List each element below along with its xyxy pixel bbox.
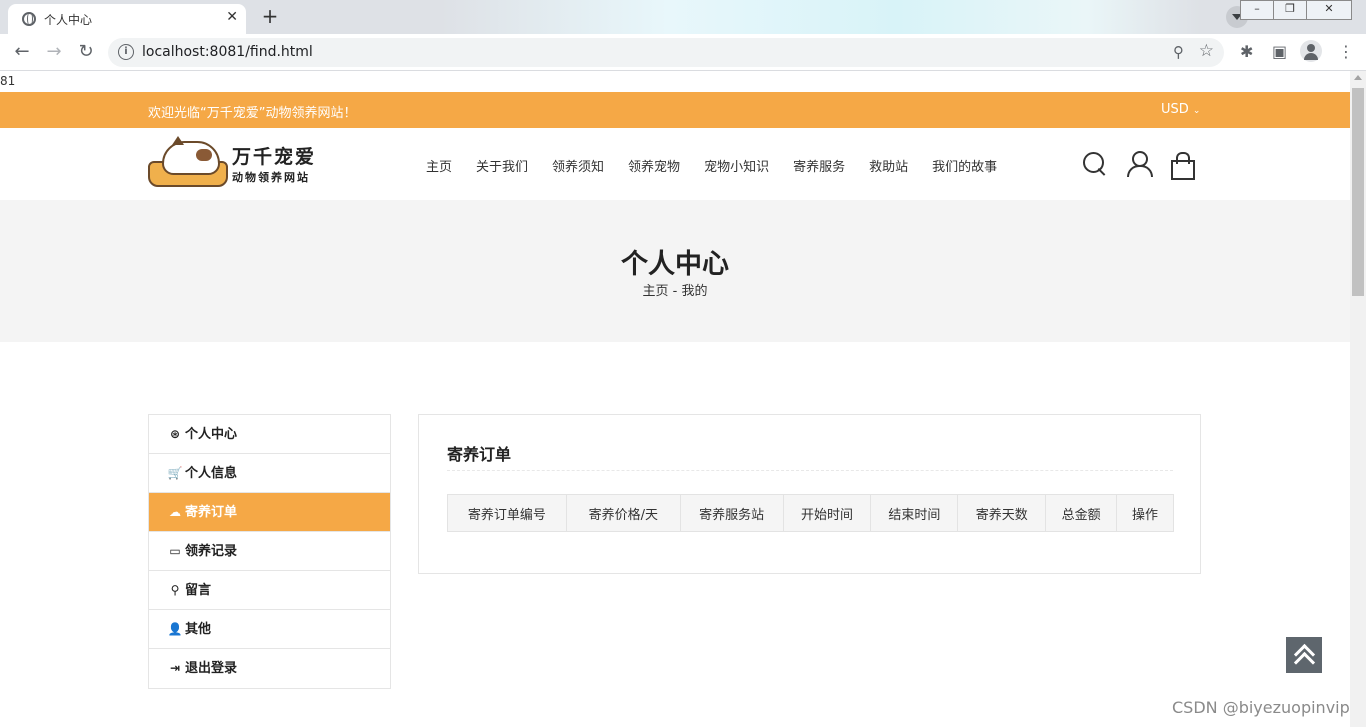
map-marker-icon: ⚲ <box>170 583 180 597</box>
scrollbar-thumb[interactable] <box>1352 88 1364 296</box>
side-panel-icon[interactable]: ▣ <box>1272 42 1287 61</box>
heading-divider <box>447 470 1173 471</box>
account-sidebar: ⊛ 个人中心 🛒 个人信息 ☁ 寄养订单 ▭ 领养记录 ⚲ 留言 👤 其他 ⇥ 退出登录 <box>148 414 391 689</box>
sidebar-item-messages[interactable]: ⚲ 留言 <box>149 571 390 610</box>
tabbar-background <box>440 0 1200 34</box>
cloud-download-icon: ☁ <box>169 505 181 519</box>
minimize-button[interactable]: – <box>1240 0 1274 20</box>
currency-dropdown[interactable]: USD ⌄ <box>1161 102 1200 117</box>
nav-item-home[interactable]: 主页 <box>426 156 452 175</box>
sidebar-item-label: 个人中心 <box>185 427 238 442</box>
bookmark-star-icon[interactable]: ☆ <box>1199 41 1214 61</box>
user-icon: 👤 <box>167 622 183 636</box>
cart-icon: 🛒 <box>167 466 183 480</box>
column-header-order-id: 寄养订单编号 <box>447 494 567 532</box>
breadcrumb: 主页 - 我的 <box>0 280 1350 299</box>
nav-item-pet-tips[interactable]: 宠物小知识 <box>704 156 769 175</box>
restore-button[interactable]: ❐ <box>1273 0 1307 20</box>
csdn-watermark: CSDN @biyezuopinvip <box>1172 698 1350 717</box>
column-header-days: 寄养天数 <box>957 494 1047 532</box>
back-arrow-icon[interactable]: ← <box>10 40 34 64</box>
column-header-actions: 操作 <box>1116 494 1174 532</box>
tab-title: 个人中心 <box>44 13 93 27</box>
url-text[interactable]: localhost:8081/find.html <box>142 44 313 60</box>
column-header-total: 总金额 <box>1045 494 1118 532</box>
zoom-icon[interactable]: ⚲ <box>1173 43 1184 61</box>
window-controls: – ❐ ✕ <box>1240 0 1352 20</box>
orders-panel: 寄养订单 寄养订单编号 寄养价格/天 寄养服务站 开始时间 结束时间 寄养天数 … <box>418 414 1201 574</box>
search-icon[interactable] <box>1082 151 1108 177</box>
column-header-station: 寄养服务站 <box>679 494 784 532</box>
user-icon[interactable] <box>1126 151 1153 177</box>
page-banner: 个人中心 主页 - 我的 <box>0 200 1350 342</box>
window-close-button[interactable]: ✕ <box>1306 0 1352 20</box>
nav-item-adoption-notice[interactable]: 领养须知 <box>552 156 604 175</box>
section-heading: 寄养订单 <box>447 445 512 464</box>
globe-icon <box>22 12 36 26</box>
credit-card-icon: ▭ <box>169 544 181 558</box>
nav-item-boarding[interactable]: 寄养服务 <box>793 156 845 175</box>
sidebar-item-logout[interactable]: ⇥ 退出登录 <box>149 649 390 688</box>
new-tab-button[interactable]: + <box>256 5 284 29</box>
sidebar-item-label: 领养记录 <box>185 544 238 559</box>
page-viewport: 81 欢迎光临“万千宠爱”动物领养网站！ USD ⌄ 万千宠爱 动物领养网站 主… <box>0 71 1350 727</box>
header-actions <box>1080 151 1200 180</box>
shopping-bag-icon[interactable] <box>1170 151 1196 180</box>
welcome-text: 欢迎光临“万千宠爱”动物领养网站！ <box>148 106 357 121</box>
breadcrumb-current: 我的 <box>681 284 708 299</box>
reload-icon[interactable]: ↻ <box>74 40 98 64</box>
site-header: 万千宠爱 动物领养网站 主页 关于我们 领养须知 领养宠物 宠物小知识 寄养服务… <box>0 128 1350 200</box>
forward-arrow-icon[interactable]: → <box>42 40 66 64</box>
sidebar-item-boarding-orders[interactable]: ☁ 寄养订单 <box>149 493 390 532</box>
debug-output: 81 <box>0 74 16 88</box>
top-welcome-bar: 欢迎光临“万千宠爱”动物领养网站！ USD ⌄ <box>0 92 1350 128</box>
breadcrumb-home[interactable]: 主页 <box>642 284 668 299</box>
sidebar-item-label: 退出登录 <box>185 661 238 676</box>
dashboard-icon: ⊛ <box>169 427 181 441</box>
sidebar-item-profile[interactable]: 🛒 个人信息 <box>149 454 390 493</box>
sidebar-item-dashboard[interactable]: ⊛ 个人中心 <box>149 415 390 454</box>
profile-avatar-icon[interactable] <box>1300 40 1322 62</box>
menu-kebab-icon[interactable]: ⋮ <box>1338 42 1354 61</box>
sidebar-item-label: 其他 <box>185 622 212 637</box>
back-to-top-button[interactable] <box>1286 637 1322 673</box>
sidebar-item-label: 留言 <box>185 583 212 598</box>
page-scrollbar[interactable] <box>1350 71 1366 727</box>
column-header-start-time: 开始时间 <box>782 494 872 532</box>
sign-out-icon: ⇥ <box>169 661 181 675</box>
browser-toolbar: ← → ↻ i localhost:8081/find.html ⚲ ☆ ✱ ▣… <box>0 34 1366 71</box>
chevron-down-icon: ⌄ <box>1192 106 1201 116</box>
site-logo[interactable]: 万千宠爱 动物领养网站 <box>148 136 320 189</box>
nav-item-about[interactable]: 关于我们 <box>476 156 528 175</box>
extensions-icon[interactable]: ✱ <box>1240 42 1253 61</box>
table-header-row: 寄养订单编号 寄养价格/天 寄养服务站 开始时间 结束时间 寄养天数 总金额 操… <box>447 494 1174 532</box>
site-info-icon[interactable]: i <box>118 44 134 60</box>
sidebar-item-label: 个人信息 <box>185 466 238 481</box>
sidebar-item-other[interactable]: 👤 其他 <box>149 610 390 649</box>
logo-name: 万千宠爱 <box>232 146 317 168</box>
tab-close-button[interactable]: ✕ <box>226 9 238 25</box>
main-nav: 主页 关于我们 领养须知 领养宠物 宠物小知识 寄养服务 救助站 我们的故事 <box>426 156 1021 175</box>
orders-table: 寄养订单编号 寄养价格/天 寄养服务站 开始时间 结束时间 寄养天数 总金额 操… <box>447 494 1174 532</box>
browser-tab-bar: 个人中心 ✕ + – ❐ ✕ <box>0 0 1366 34</box>
column-header-price-per-day: 寄养价格/天 <box>565 494 681 532</box>
column-header-end-time: 结束时间 <box>870 494 959 532</box>
sidebar-item-label: 寄养订单 <box>185 505 238 520</box>
browser-tab[interactable]: 个人中心 ✕ <box>8 4 246 34</box>
sidebar-item-adoption-records[interactable]: ▭ 领养记录 <box>149 532 390 571</box>
nav-item-adopt-pets[interactable]: 领养宠物 <box>628 156 680 175</box>
breadcrumb-separator: - <box>672 284 678 299</box>
address-bar[interactable]: i localhost:8081/find.html ⚲ ☆ <box>108 38 1224 67</box>
page-title: 个人中心 <box>621 249 729 280</box>
scroll-up-arrow-icon[interactable] <box>1354 75 1362 80</box>
currency-label: USD <box>1161 102 1189 117</box>
logo-cat-graphic <box>162 136 220 175</box>
nav-item-our-story[interactable]: 我们的故事 <box>932 156 997 175</box>
logo-subtitle: 动物领养网站 <box>232 171 310 184</box>
nav-item-rescue[interactable]: 救助站 <box>869 156 908 175</box>
